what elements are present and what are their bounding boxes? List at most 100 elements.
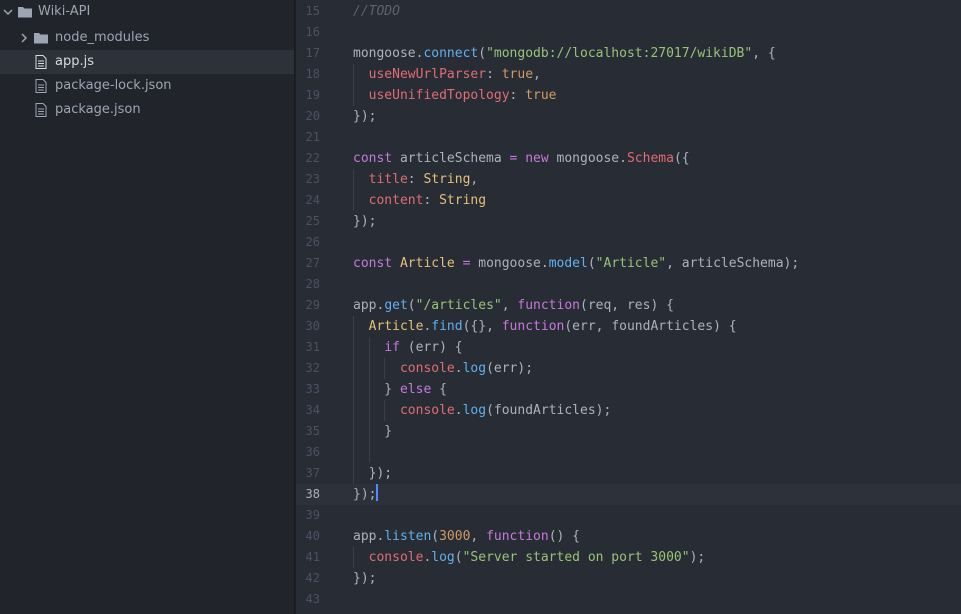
code-token: listen: [384, 529, 432, 544]
code-editor[interactable]: 15//TODO 16 17 mongoose.connect("mongodb://…: [296, 0, 961, 614]
code-token: const: [353, 151, 393, 166]
code-token: }: [353, 382, 400, 397]
code-line[interactable]: 40 app.listen(3000, function() {: [296, 526, 961, 547]
code-token: "/articles": [415, 298, 502, 313]
code-line[interactable]: 37 });: [296, 463, 961, 484]
code-token: mongoose.: [470, 256, 549, 271]
line-number: 28: [305, 277, 320, 291]
code-line[interactable]: 32 console.log(err);: [296, 358, 961, 379]
code-line[interactable]: 25});: [296, 211, 961, 232]
code-token: :: [423, 193, 440, 208]
code-token: new: [525, 151, 549, 166]
code-token: connect: [423, 46, 479, 61]
code-line[interactable]: 33 } else {: [296, 379, 961, 400]
code-token: });: [353, 571, 377, 586]
code-token: Schema: [626, 151, 674, 166]
tree-item-package-json[interactable]: package.json: [0, 98, 294, 122]
code-token: (err) {: [399, 340, 463, 355]
code-token: ({},: [462, 319, 502, 334]
code-text: useUnifiedTopology: true: [353, 85, 557, 106]
code-token: {: [431, 382, 447, 397]
code-line[interactable]: 28: [296, 274, 961, 295]
code-line[interactable]: 17 mongoose.connect("mongodb://localhost:…: [296, 43, 961, 64]
code-token: console: [399, 403, 455, 418]
code-token: app.: [353, 298, 385, 313]
code-line[interactable]: 36: [296, 442, 961, 463]
code-token: (: [431, 529, 440, 544]
code-token: (: [407, 298, 416, 313]
code-token: useUnifiedTopology: [368, 88, 510, 103]
line-number: 40: [305, 529, 320, 543]
code-token: ,: [470, 529, 487, 544]
code-token: log: [462, 403, 487, 418]
file-icon: [35, 79, 47, 93]
chevron-right-icon[interactable]: [19, 33, 29, 43]
line-number: 35: [305, 424, 320, 438]
code-line[interactable]: 34 console.log(foundArticles);: [296, 400, 961, 421]
code-line[interactable]: 41 console.log("Server started on port 3…: [296, 547, 961, 568]
code-token: ,: [533, 67, 541, 82]
code-token: }: [353, 424, 393, 439]
code-token: function: [501, 319, 565, 334]
code-line[interactable]: 19 useUnifiedTopology: true: [296, 85, 961, 106]
code-line[interactable]: 20});: [296, 106, 961, 127]
file-tree-sidebar: Wiki-API node_modules app.js package-loc…: [0, 0, 295, 614]
code-token: .: [454, 361, 463, 376]
code-token: 3000: [439, 529, 471, 544]
file-icon: [35, 103, 47, 117]
code-line[interactable]: 30 Article.find({}, function(err, foundA…: [296, 316, 961, 337]
tree-item-label: package.json: [55, 102, 141, 117]
code-line[interactable]: 15 //TODO: [296, 1, 961, 22]
tree-item-package-lock-json[interactable]: package-lock.json: [0, 74, 294, 98]
code-token: (err);: [486, 361, 534, 376]
code-token: });: [353, 214, 377, 229]
code-line[interactable]: 39: [296, 505, 961, 526]
line-number: 37: [305, 466, 320, 480]
code-line[interactable]: 26: [296, 232, 961, 253]
code-line[interactable]: 27 const Article = mongoose.model("Articl…: [296, 253, 961, 274]
code-token: "Article": [595, 256, 667, 271]
code-line[interactable]: 43: [296, 589, 961, 610]
tree-root-wiki-api[interactable]: Wiki-API: [0, 0, 294, 24]
line-number: 25: [305, 214, 320, 228]
code-token: log: [431, 550, 455, 565]
code-text: });: [353, 484, 379, 505]
code-text: if (err) {: [353, 337, 463, 358]
line-number: 22: [305, 151, 320, 165]
code-line[interactable]: 16: [296, 22, 961, 43]
code-line[interactable]: 18 useNewUrlParser: true,: [296, 64, 961, 85]
code-token: });: [353, 466, 393, 481]
line-number: 31: [305, 340, 320, 354]
code-line[interactable]: 38});: [296, 484, 961, 505]
code-line[interactable]: 31 if (err) {: [296, 337, 961, 358]
code-line[interactable]: 21: [296, 127, 961, 148]
code-line[interactable]: 22 const articleSchema = new mongoose.Sch…: [296, 148, 961, 169]
tree-item-app-js[interactable]: app.js: [0, 50, 294, 74]
code-line[interactable]: 35 }: [296, 421, 961, 442]
code-line[interactable]: 29 app.get("/articles", function(req, res…: [296, 295, 961, 316]
code-token: Article: [368, 319, 424, 334]
code-token: find: [431, 319, 463, 334]
code-token: );: [689, 550, 706, 565]
code-text: const articleSchema = new mongoose.Schem…: [353, 148, 690, 169]
code-token: });: [353, 487, 377, 502]
code-line[interactable]: 23 title: String,: [296, 169, 961, 190]
code-line[interactable]: 42});: [296, 568, 961, 589]
code-text: mongoose.connect("mongodb://localhost:27…: [353, 43, 776, 64]
code-token: if: [384, 340, 400, 355]
code-line[interactable]: 24 content: String: [296, 190, 961, 211]
code-text: }: [353, 421, 392, 442]
code-token: mongoose.: [548, 151, 627, 166]
code-token: :: [407, 172, 424, 187]
code-text: console.log(foundArticles);: [353, 400, 611, 421]
chevron-down-icon[interactable]: [3, 7, 13, 17]
tree-item-node-modules[interactable]: node_modules: [0, 26, 294, 50]
line-number: 34: [305, 403, 320, 417]
code-token: (: [478, 46, 487, 61]
